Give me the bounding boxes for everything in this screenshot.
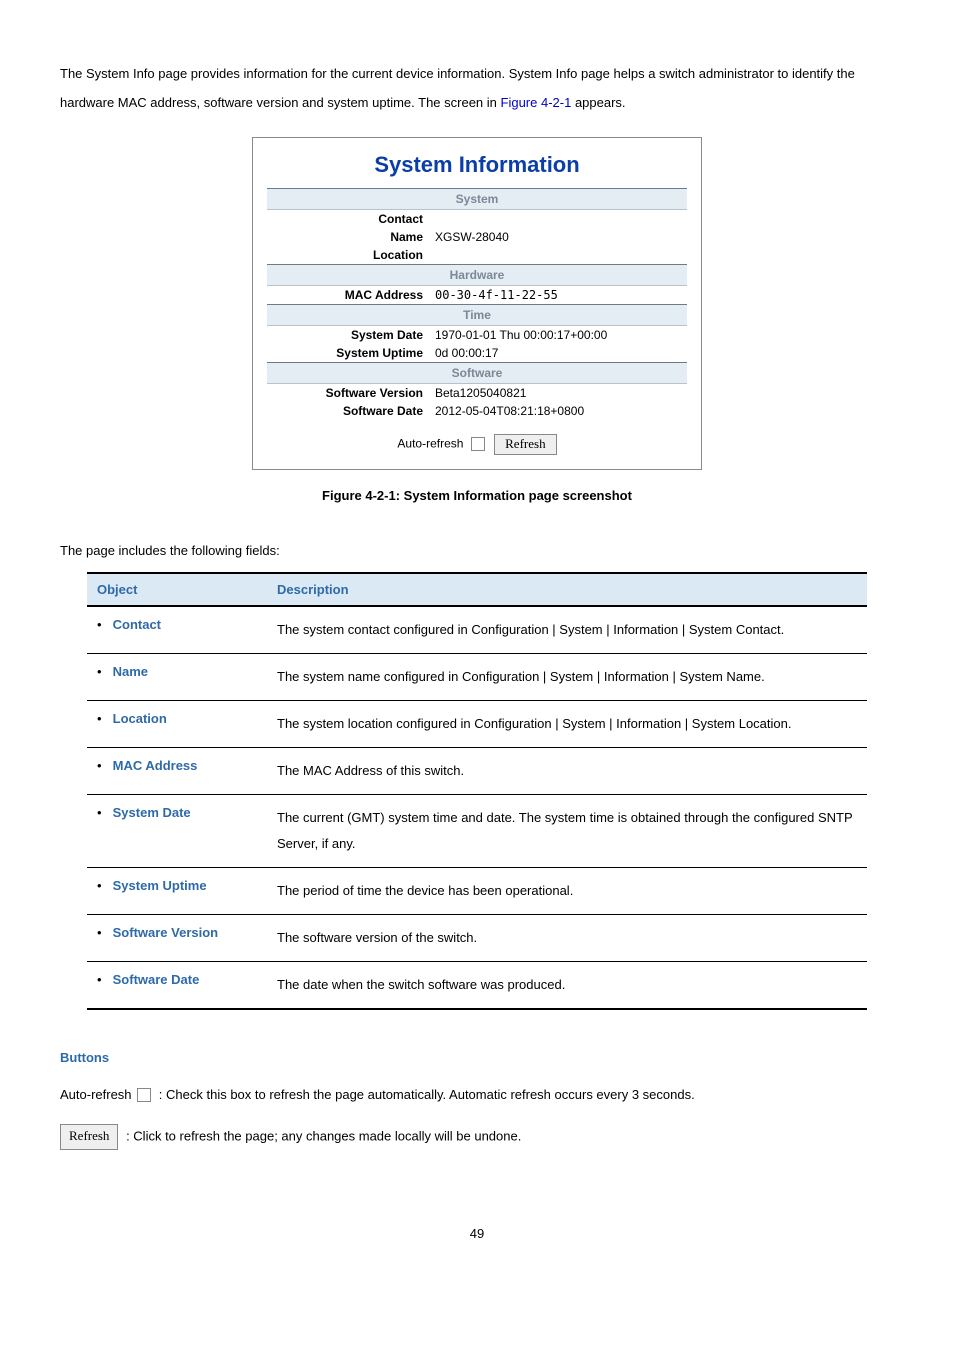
intro-text-b: appears. [571,95,625,110]
row-name-key: Name [267,228,429,246]
row-contact-val [429,210,687,229]
bullet-icon: • [97,972,109,987]
field-label: System Date [113,805,191,820]
field-desc: The system location configured in Config… [267,701,867,748]
section-time: Time [267,305,687,326]
row-swver-key: Software Version [267,384,429,403]
field-desc: The period of time the device has been o… [267,868,867,915]
checkbox-icon [137,1088,151,1102]
fields-col-object: Object [87,573,267,606]
field-label: Software Date [113,972,200,987]
bullet-icon: • [97,878,109,893]
table-row: • Software Version The software version … [87,915,867,962]
field-desc: The software version of the switch. [267,915,867,962]
fields-table: Object Description • Contact The system … [87,572,867,1010]
bullet-icon: • [97,664,109,679]
row-contact-key: Contact [267,210,429,229]
table-row: • Location The system location configure… [87,701,867,748]
bullet-icon: • [97,805,109,820]
bullet-icon: • [97,617,109,632]
refresh-button[interactable]: Refresh [494,434,556,455]
field-desc: The MAC Address of this switch. [267,748,867,795]
refresh-desc: : Click to refresh the page; any changes… [126,1128,521,1143]
bullet-icon: • [97,758,109,773]
field-desc: The system name configured in Configurat… [267,654,867,701]
field-label: Name [113,664,148,679]
intro-figure-link[interactable]: Figure 4-2-1 [501,95,572,110]
caption-prefix: Figure 4-2-1: [322,488,400,503]
table-row: • Contact The system contact configured … [87,606,867,654]
field-label: Software Version [113,925,218,940]
buttons-heading: Buttons [60,1050,894,1065]
page-number: 49 [0,1208,954,1271]
fields-intro: The page includes the following fields: [60,543,894,558]
table-row: • Software Date The date when the switch… [87,962,867,1010]
row-sysdate-val: 1970-01-01 Thu 00:00:17+00:00 [429,326,687,345]
row-sysdate-key: System Date [267,326,429,345]
caption-text: System Information page screenshot [400,488,632,503]
section-system: System [267,189,687,210]
field-label: Location [113,711,167,726]
row-mac-key: MAC Address [267,286,429,305]
auto-refresh-checkbox[interactable] [471,437,485,451]
field-label: System Uptime [113,878,207,893]
auto-refresh-label: Auto-refresh [397,437,463,451]
field-desc: The system contact configured in Configu… [267,606,867,654]
section-software: Software [267,363,687,384]
system-info-screenshot: System Information System Contact NameXG… [252,137,702,470]
auto-refresh-label-inline: Auto-refresh [60,1087,132,1102]
row-name-val: XGSW-28040 [429,228,687,246]
field-desc: The current (GMT) system time and date. … [267,795,867,868]
field-label: Contact [113,617,161,632]
field-label: MAC Address [113,758,198,773]
row-swver-val: Beta1205040821 [429,384,687,403]
bullet-icon: • [97,711,109,726]
section-hardware: Hardware [267,265,687,286]
table-row: • MAC Address The MAC Address of this sw… [87,748,867,795]
row-mac-val: 00-30-4f-11-22-55 [429,286,687,305]
row-location-val [429,246,687,265]
row-uptime-key: System Uptime [267,344,429,363]
fields-col-description: Description [267,573,867,606]
row-swdate-key: Software Date [267,402,429,420]
table-row: • System Date The current (GMT) system t… [87,795,867,868]
field-desc: The date when the switch software was pr… [267,962,867,1010]
auto-refresh-desc: : Check this box to refresh the page aut… [159,1087,695,1102]
screenshot-title: System Information [267,148,687,188]
system-info-table: System Contact NameXGSW-28040 Location H… [267,188,687,420]
auto-refresh-hint: Auto-refresh : Check this box to refresh… [60,1085,894,1106]
table-row: • Name The system name configured in Con… [87,654,867,701]
refresh-button-inline: Refresh [60,1124,118,1150]
row-uptime-val: 0d 00:00:17 [429,344,687,363]
row-swdate-val: 2012-05-04T08:21:18+0800 [429,402,687,420]
intro-paragraph: The System Info page provides informatio… [60,60,894,117]
table-row: • System Uptime The period of time the d… [87,868,867,915]
intro-text-a: The System Info page provides informatio… [60,66,855,110]
bullet-icon: • [97,925,109,940]
figure-caption: Figure 4-2-1: System Information page sc… [60,488,894,503]
row-location-key: Location [267,246,429,265]
refresh-hint: Refresh : Click to refresh the page; any… [60,1124,894,1150]
